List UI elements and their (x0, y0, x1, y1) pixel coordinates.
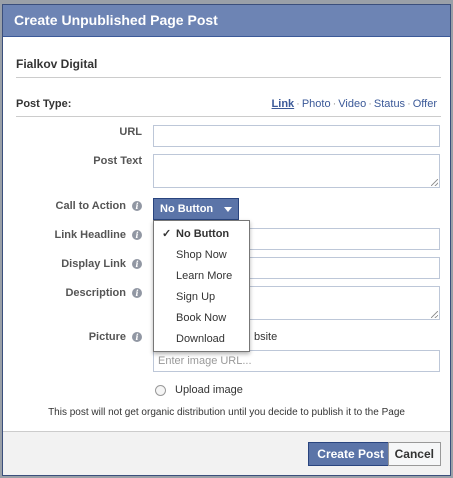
resize-handle[interactable] (431, 311, 438, 318)
post-type-offer[interactable]: Offer (413, 98, 437, 110)
info-icon[interactable]: i (132, 201, 142, 211)
info-icon[interactable]: i (132, 332, 142, 342)
divider (16, 77, 441, 78)
upload-image-label: Upload image (175, 384, 243, 396)
image-url-input[interactable]: Enter image URL... (153, 350, 440, 372)
post-type-label: Post Type: (16, 98, 72, 110)
cta-option-no-button[interactable]: ✓ No Button (154, 224, 249, 245)
cta-option-learn-more[interactable]: Learn More (154, 266, 249, 287)
website-option-label: bsite (254, 331, 278, 343)
display-link-label: Display Link (61, 258, 126, 270)
divider (16, 116, 441, 117)
cta-selected-label: No Button (160, 203, 214, 215)
post-type-photo[interactable]: Photo (302, 98, 331, 110)
post-type-status[interactable]: Status (374, 98, 405, 110)
post-text-label: Post Text (93, 155, 142, 167)
checkmark-icon: ✓ (162, 228, 172, 240)
picture-label: Picture (88, 331, 126, 343)
description-label: Description (65, 287, 126, 299)
link-headline-label: Link Headline (54, 229, 126, 241)
cta-dropdown-menu: ✓ No Button Shop Now Learn More Sign Up … (153, 220, 250, 352)
cta-label: Call to Action (55, 200, 126, 212)
cancel-button[interactable]: Cancel (387, 442, 441, 466)
upload-image-radio[interactable] (155, 385, 166, 396)
post-type-selector: Link · Photo · Video · Status · Offer (271, 98, 437, 110)
info-icon[interactable]: i (132, 259, 142, 269)
create-post-dialog: Create Unpublished Page Post Fialkov Dig… (2, 4, 451, 476)
dialog-footer: Create Post Cancel (3, 431, 450, 475)
cta-option-book-now[interactable]: Book Now (154, 308, 249, 329)
url-input[interactable] (153, 125, 440, 147)
info-icon[interactable]: i (132, 230, 142, 240)
resize-handle[interactable] (431, 179, 438, 186)
distribution-notice: This post will not get organic distribut… (48, 407, 405, 418)
cta-dropdown-button[interactable]: No Button (153, 198, 239, 220)
url-label: URL (119, 126, 142, 138)
create-post-button[interactable]: Create Post (308, 442, 393, 466)
cta-option-shop-now[interactable]: Shop Now (154, 245, 249, 266)
menu-item-label: No Button (176, 228, 230, 240)
dialog-title: Create Unpublished Page Post (3, 5, 450, 37)
post-type-link[interactable]: Link (272, 98, 295, 110)
chevron-down-icon (224, 207, 232, 212)
page-name: Fialkov Digital (16, 57, 98, 71)
cta-option-sign-up[interactable]: Sign Up (154, 287, 249, 308)
post-text-textarea[interactable] (153, 154, 440, 188)
cta-option-download[interactable]: Download (154, 329, 249, 350)
image-url-placeholder: Enter image URL... (158, 355, 252, 367)
info-icon[interactable]: i (132, 288, 142, 298)
post-type-video[interactable]: Video (338, 98, 366, 110)
